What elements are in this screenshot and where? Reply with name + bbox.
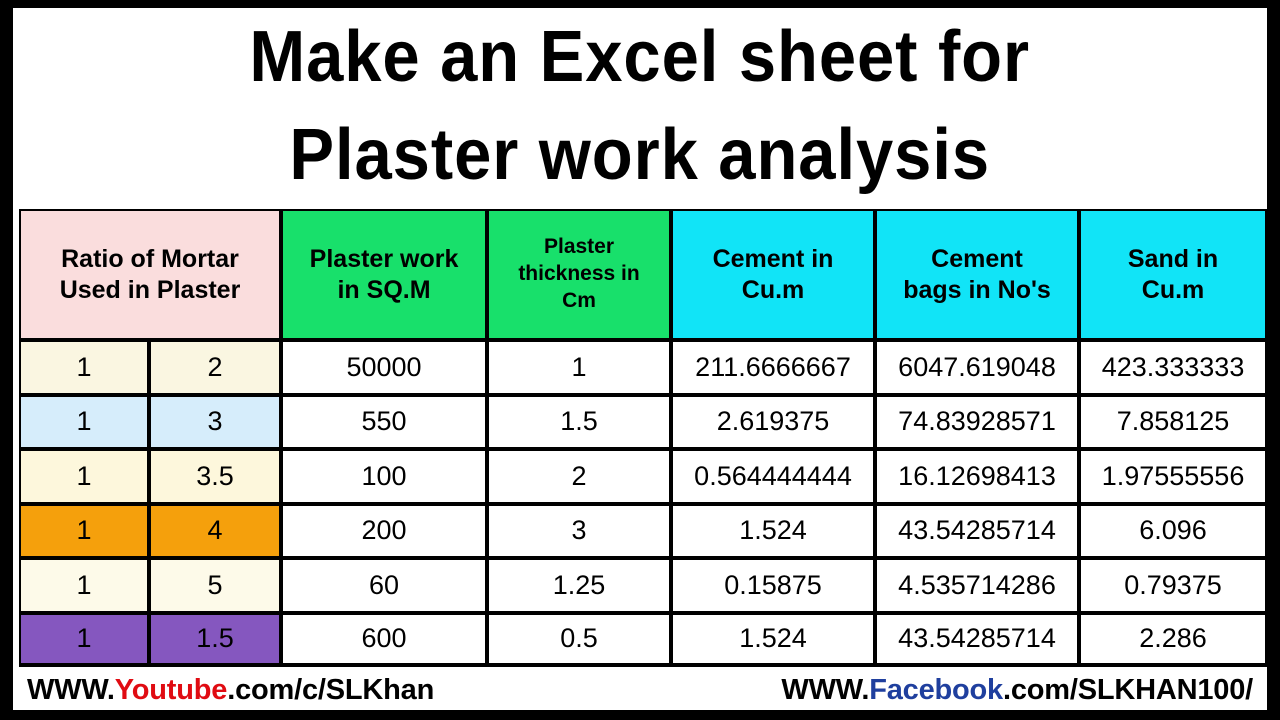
cell-ratio-b[interactable]: 3	[149, 394, 282, 449]
youtube-brand-text: Youtube	[114, 673, 228, 706]
header-cement-cum-line-2: Cu.m	[741, 275, 805, 304]
cell-cement-cum[interactable]: 0.15875	[671, 558, 876, 613]
cell-thickness[interactable]: 1.25	[487, 558, 672, 613]
header-ratio-of-mortar: Ratio of Mortar Used in Plaster	[19, 209, 282, 340]
facebook-brand-text: Facebook	[869, 673, 1003, 706]
header-plaster-thickness-cm: Plaster thickness in Cm	[487, 209, 672, 340]
facebook-link-prefix: WWW.	[781, 673, 870, 706]
cell-cement-cum[interactable]: 1.524	[671, 612, 876, 667]
header-sand-cum-line-2: Cu.m	[1141, 275, 1205, 304]
cell-thickness[interactable]: 3	[487, 503, 672, 558]
cell-cement-bags[interactable]: 43.54285714	[875, 503, 1080, 558]
cell-plaster-work[interactable]: 200	[281, 503, 488, 558]
cell-ratio-a[interactable]: 1	[19, 503, 149, 558]
cell-ratio-a[interactable]: 1	[19, 612, 149, 667]
cell-sand-cum[interactable]: 423.333333	[1079, 340, 1268, 395]
cell-cement-bags[interactable]: 6047.619048	[875, 340, 1080, 395]
cell-ratio-a[interactable]: 1	[19, 394, 149, 449]
cell-plaster-work[interactable]: 60	[281, 558, 488, 613]
table-row[interactable]: 1 2 50000 1 211.6666667 6047.619048 423.…	[19, 340, 1268, 395]
header-cement-bags-line-2: bags in No's	[903, 275, 1051, 304]
cell-cement-bags[interactable]: 16.12698413	[875, 449, 1080, 504]
content-canvas: Make an Excel sheet for Plaster work ana…	[13, 8, 1268, 710]
cell-plaster-work[interactable]: 600	[281, 612, 488, 667]
cell-plaster-work[interactable]: 550	[281, 394, 488, 449]
page-root: Make an Excel sheet for Plaster work ana…	[0, 0, 1280, 720]
youtube-link-prefix: WWW.	[27, 673, 115, 706]
cell-ratio-a[interactable]: 1	[19, 558, 149, 613]
header-thickness-line-3: Cm	[562, 288, 596, 312]
header-sand-in-cum: Sand in Cu.m	[1079, 209, 1268, 340]
header-cement-cum-line-1: Cement in	[712, 245, 834, 273]
cell-cement-cum[interactable]: 0.564444444	[671, 449, 876, 504]
cell-sand-cum[interactable]: 0.79375	[1079, 558, 1268, 613]
cell-sand-cum[interactable]: 2.286	[1079, 612, 1268, 667]
cell-cement-bags[interactable]: 43.54285714	[875, 612, 1080, 667]
youtube-link-suffix: .com/c/SLKhan	[227, 673, 435, 706]
header-cement-in-cum: Cement in Cu.m	[671, 209, 876, 340]
cell-thickness[interactable]: 0.5	[487, 612, 672, 667]
table-row[interactable]: 1 4 200 3 1.524 43.54285714 6.096	[19, 503, 1268, 558]
youtube-channel-link[interactable]: WWW.Youtube.com/c/SLKhan	[27, 674, 434, 707]
cell-cement-bags[interactable]: 4.535714286	[875, 558, 1080, 613]
cell-sand-cum[interactable]: 1.97555556	[1079, 449, 1268, 504]
table-row[interactable]: 1 3.5 100 2 0.564444444 16.12698413 1.97…	[19, 449, 1268, 504]
cell-sand-cum[interactable]: 7.858125	[1079, 394, 1268, 449]
plaster-analysis-table: Ratio of Mortar Used in Plaster Plaster …	[19, 209, 1268, 667]
header-ratio-line-2: Used in Plaster	[59, 275, 241, 304]
table-row[interactable]: 1 3 550 1.5 2.619375 74.83928571 7.85812…	[19, 394, 1268, 449]
cell-thickness[interactable]: 1.5	[487, 394, 672, 449]
header-plaster-work-sqm: Plaster work in SQ.M	[281, 209, 488, 340]
page-title-line-1: Make an Excel sheet for	[249, 17, 1031, 97]
table-header-row: Ratio of Mortar Used in Plaster Plaster …	[19, 209, 1268, 340]
header-thickness-line-2: thickness in	[518, 262, 640, 286]
header-cement-bags-line-1: Cement	[931, 245, 1023, 273]
cell-ratio-b[interactable]: 5	[149, 558, 282, 613]
header-cement-bags-in-nos: Cement bags in No's	[875, 209, 1080, 340]
facebook-link-suffix: .com/SLKHAN100/	[1002, 673, 1253, 706]
header-thickness-line-1: Plaster	[543, 235, 615, 259]
header-plaster-work-line-2: in SQ.M	[337, 275, 431, 304]
table-row[interactable]: 1 1.5 600 0.5 1.524 43.54285714 2.286	[19, 612, 1268, 667]
table-row[interactable]: 1 5 60 1.25 0.15875 4.535714286 0.79375	[19, 558, 1268, 613]
cell-cement-cum[interactable]: 2.619375	[671, 394, 876, 449]
plaster-analysis-table-wrapper: Ratio of Mortar Used in Plaster Plaster …	[19, 209, 1268, 667]
facebook-page-link[interactable]: WWW.Facebook.com/SLKHAN100/	[781, 674, 1253, 707]
cell-ratio-a[interactable]: 1	[19, 340, 149, 395]
page-title-line-2: Plaster work analysis	[289, 115, 991, 195]
cell-cement-cum[interactable]: 1.524	[671, 503, 876, 558]
cell-ratio-b[interactable]: 3.5	[149, 449, 282, 504]
cell-ratio-b[interactable]: 1.5	[149, 612, 282, 667]
cell-sand-cum[interactable]: 6.096	[1079, 503, 1268, 558]
header-plaster-work-line-1: Plaster work	[309, 245, 459, 273]
cell-cement-cum[interactable]: 211.6666667	[671, 340, 876, 395]
cell-thickness[interactable]: 2	[487, 449, 672, 504]
cell-plaster-work[interactable]: 100	[281, 449, 488, 504]
cell-cement-bags[interactable]: 74.83928571	[875, 394, 1080, 449]
cell-ratio-b[interactable]: 4	[149, 503, 282, 558]
footer-bar: WWW.Youtube.com/c/SLKhan WWW.Facebook.co…	[13, 670, 1267, 710]
cell-ratio-b[interactable]: 2	[149, 340, 282, 395]
header-ratio-line-1: Ratio of Mortar	[61, 245, 239, 273]
cell-thickness[interactable]: 1	[487, 340, 672, 395]
page-title: Make an Excel sheet for Plaster work ana…	[13, 8, 1267, 204]
header-sand-cum-line-1: Sand in	[1127, 245, 1219, 273]
cell-plaster-work[interactable]: 50000	[281, 340, 488, 395]
cell-ratio-a[interactable]: 1	[19, 449, 149, 504]
